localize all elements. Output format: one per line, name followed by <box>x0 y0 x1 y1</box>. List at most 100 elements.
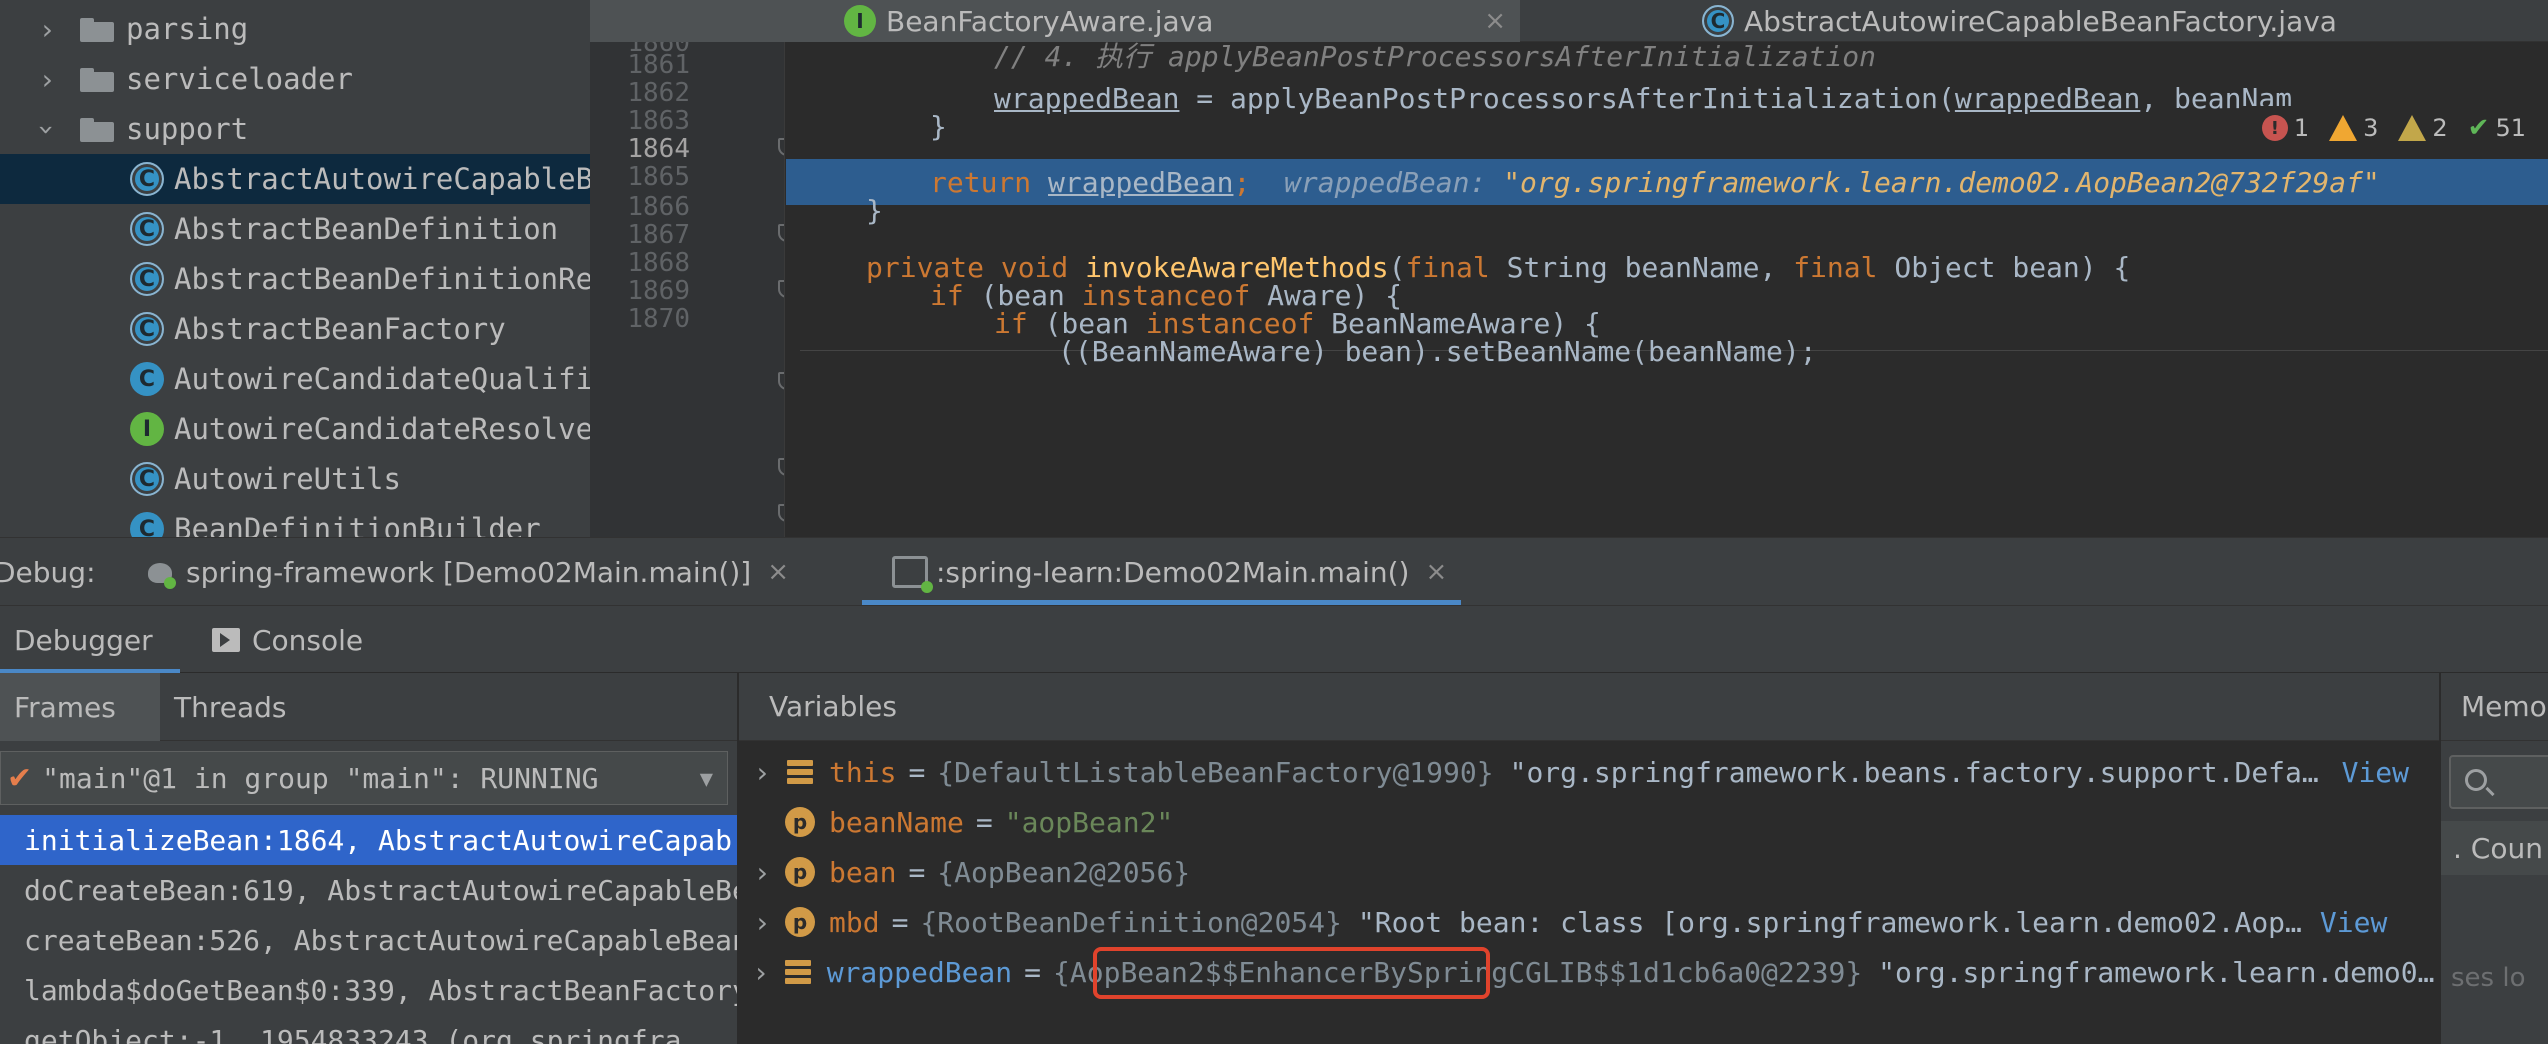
inspection-widget[interactable]: ! 1 3 2 ✔ 51 <box>2239 106 2548 150</box>
view-link[interactable]: View <box>2342 756 2409 789</box>
close-icon[interactable]: × <box>767 557 789 587</box>
debug-title: Debug: <box>0 555 96 589</box>
stack-frame[interactable]: getObject:-1, 1954833243 (org.springfra <box>0 1015 737 1044</box>
abstract-class-icon: C <box>130 312 164 346</box>
line-number-current: 1864 <box>627 134 690 164</box>
parameter-icon: p <box>785 857 815 887</box>
tree-item-abstract-bean-factory[interactable]: C AbstractBeanFactory <box>0 304 590 354</box>
error-icon: ! <box>2261 115 2288 141</box>
session-tab-spring-framework[interactable]: spring-framework [Demo02Main.main()] × <box>142 538 789 606</box>
chevron-right-icon[interactable]: › <box>739 756 785 789</box>
check-icon: ✔ <box>2467 113 2490 143</box>
debugger-tab-bar: Debugger Console <box>0 605 2548 674</box>
tree-item-label: AutowireUtils <box>174 462 401 496</box>
line-number: 1869 <box>627 276 690 306</box>
stack-frame[interactable]: doCreateBean:619, AbstractAutowireCapabl… <box>0 865 737 915</box>
stack-frame[interactable]: initializeBean:1864, AbstractAutowireCap… <box>0 815 737 865</box>
fold-marker-icon[interactable] <box>778 504 784 522</box>
fold-marker-icon[interactable] <box>778 280 784 298</box>
tree-item-label: serviceloader <box>126 62 353 96</box>
weak-warning-icon <box>2398 115 2427 141</box>
warning-icon <box>2329 115 2358 141</box>
chevron-down-icon[interactable]: › <box>31 114 64 144</box>
warnings-badge[interactable]: 3 <box>2329 114 2378 142</box>
code-line-1860: // 4. 执行 applyBeanPostProcessorsAfterIni… <box>994 42 1877 73</box>
line-number: 1870 <box>627 304 690 334</box>
memory-header: Memory <box>2441 673 2548 741</box>
field-icon <box>783 957 813 987</box>
line-number: 1868 <box>627 248 690 278</box>
stack-frame[interactable]: createBean:526, AbstractAutowireCapableB… <box>0 915 737 965</box>
typos-badge[interactable]: ✔ 51 <box>2468 113 2526 143</box>
folder-icon <box>80 66 116 92</box>
tree-item-label: parsing <box>126 12 249 46</box>
variable-row-beanname[interactable]: p beanName = "aopBean2" <box>739 797 2439 847</box>
memory-search-input[interactable] <box>2449 755 2548 809</box>
errors-badge[interactable]: ! 1 <box>2261 114 2309 142</box>
chevron-right-icon[interactable]: › <box>739 856 785 889</box>
tree-item-label: BeanDefinitionBuilder <box>174 512 541 537</box>
debug-session-bar: Debug: spring-framework [Demo02Main.main… <box>0 537 2548 606</box>
variable-row-mbd[interactable]: › p mbd = {RootBeanDefinition@2054} "Roo… <box>739 897 2439 947</box>
tree-item-abstract-bean-definition-reader[interactable]: C AbstractBeanDefinitionRea <box>0 254 590 304</box>
weak-warnings-badge[interactable]: 2 <box>2398 114 2448 142</box>
view-link[interactable]: View <box>2320 906 2387 939</box>
tree-item-label: AbstractBeanFactory <box>174 312 506 346</box>
chevron-down-icon[interactable]: ▼ <box>700 752 713 806</box>
variable-row-wrappedbean[interactable]: › wrappedBean = {AopBean2$$EnhancerBySpr… <box>739 947 2439 997</box>
abstract-class-icon: C <box>130 212 164 246</box>
tree-item-serviceloader[interactable]: › serviceloader <box>0 54 590 104</box>
close-icon[interactable]: × <box>1425 557 1447 587</box>
tab-label: BeanFactoryAware.java <box>886 4 1214 38</box>
tab-threads[interactable]: Threads <box>174 673 287 741</box>
fold-marker-icon[interactable] <box>778 458 784 476</box>
fold-marker-icon[interactable] <box>778 224 784 242</box>
parameter-icon: p <box>785 907 815 937</box>
tab-debugger[interactable]: Debugger <box>0 606 180 674</box>
stack-frame[interactable]: lambda$doGetBean$0:339, AbstractBeanFact… <box>0 965 737 1015</box>
interface-icon: I <box>844 5 876 37</box>
line-number: 1862 <box>627 78 690 108</box>
abstract-class-icon: C <box>130 162 164 196</box>
chevron-right-icon[interactable]: › <box>739 906 785 939</box>
tree-item-abstract-bean-definition[interactable]: C AbstractBeanDefinition <box>0 204 590 254</box>
tree-item-label: AbstractBeanDefinitionRea <box>174 262 590 296</box>
tab-bean-factory-aware[interactable]: I BeanFactoryAware.java × <box>590 0 1520 42</box>
fold-marker-icon[interactable] <box>778 138 784 156</box>
chevron-right-icon[interactable]: › <box>32 13 62 46</box>
tab-abstract-autowire-capable-bean-factory[interactable]: C AbstractAutowireCapableBeanFactory.jav… <box>1522 0 2548 42</box>
tree-item-support[interactable]: › support <box>0 104 590 154</box>
thread-selector[interactable]: ✔ "main"@1 in group "main": RUNNING ▼ <box>0 751 728 805</box>
debug-config-icon <box>142 557 178 589</box>
variable-row-bean[interactable]: › p bean = {AopBean2@2056} <box>739 847 2439 897</box>
tree-item-autowire-candidate-qualifier[interactable]: C AutowireCandidateQualifie <box>0 354 590 404</box>
code-line-1870: ((BeanNameAware) bean).setBeanName(beanN… <box>1058 334 1817 368</box>
folder-icon <box>80 116 116 142</box>
chevron-right-icon[interactable]: › <box>32 63 62 96</box>
memory-panel: Memory . Coun ses lo <box>2440 673 2548 1044</box>
project-tree: › parsing › serviceloader › support C Ab… <box>0 0 590 537</box>
memory-count-column[interactable]: . Coun <box>2441 821 2548 875</box>
tree-item-autowire-utils[interactable]: C AutowireUtils <box>0 454 590 504</box>
tree-item-autowire-candidate-resolver[interactable]: I AutowireCandidateResolver <box>0 404 590 454</box>
variable-row-this[interactable]: › this = {DefaultListableBeanFactory@199… <box>739 747 2439 797</box>
tab-console[interactable]: Console <box>212 606 363 674</box>
line-number: 1867 <box>627 220 690 250</box>
chevron-right-icon[interactable]: › <box>739 956 783 989</box>
tree-item-bean-definition-builder[interactable]: C BeanDefinitionBuilder <box>0 504 590 537</box>
editor-tab-bar: I BeanFactoryAware.java × C AbstractAuto… <box>590 0 2548 42</box>
close-icon[interactable]: × <box>1484 6 1506 36</box>
fold-marker-icon[interactable] <box>778 372 784 390</box>
gradle-run-icon <box>892 556 933 593</box>
code-editor[interactable]: // 4. 执行 applyBeanPostProcessorsAfterIni… <box>786 42 2548 537</box>
code-line-1865: } <box>866 193 883 227</box>
tree-item-parsing[interactable]: › parsing <box>0 4 590 54</box>
thread-label: "main"@1 in group "main": RUNNING <box>42 761 599 795</box>
class-icon: C <box>130 362 164 396</box>
tab-frames[interactable]: Frames <box>0 673 160 741</box>
line-number: 1863 <box>627 106 690 136</box>
session-tab-spring-learn[interactable]: :spring-learn:Demo02Main.main() × <box>862 538 1462 606</box>
tree-item-abstract-autowire-capable-bean-factory[interactable]: C AbstractAutowireCapableBe <box>0 154 590 204</box>
console-icon <box>212 628 240 652</box>
folder-icon <box>80 16 116 42</box>
